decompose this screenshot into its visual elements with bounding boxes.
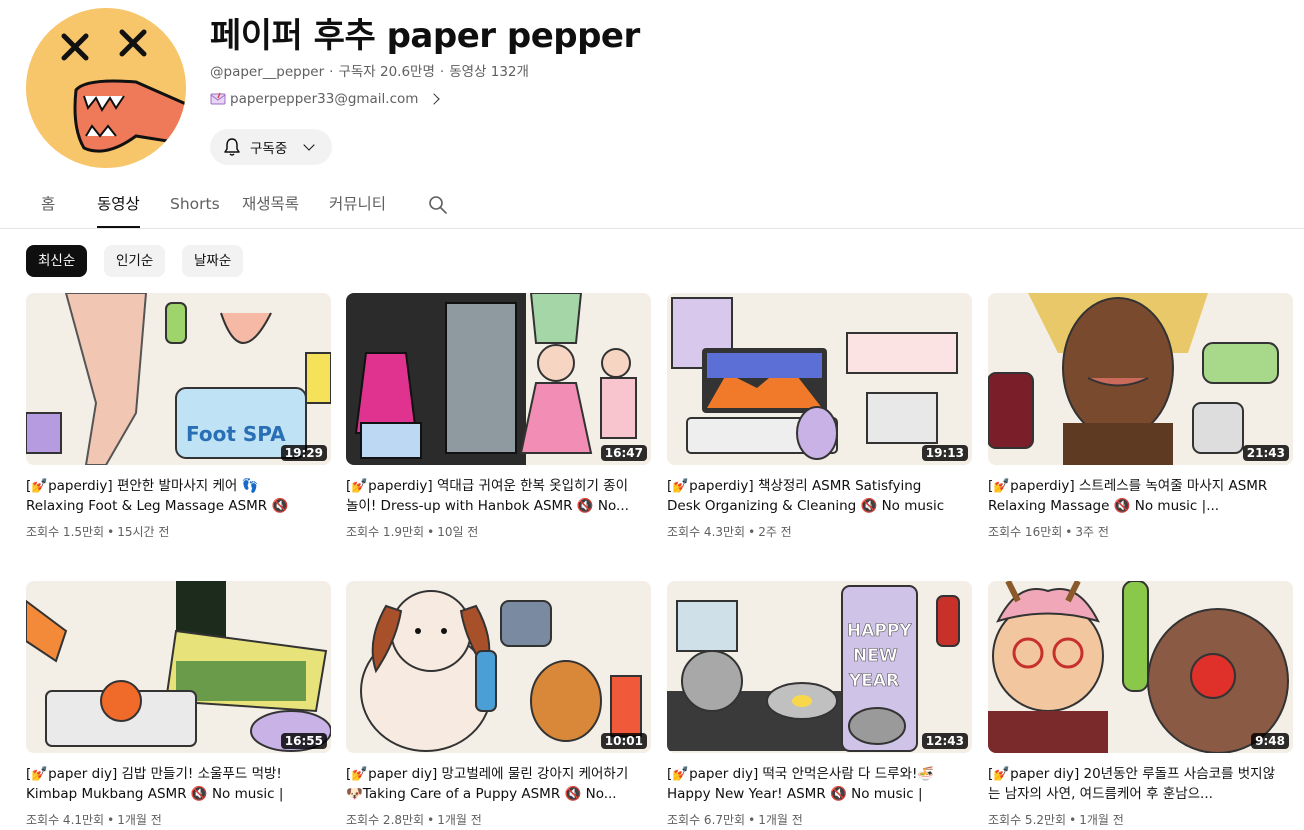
- tab-shorts[interactable]: Shorts: [170, 182, 220, 228]
- video-thumbnail[interactable]: 16:47: [346, 293, 651, 465]
- video-thumbnail[interactable]: 19:13: [667, 293, 972, 465]
- bell-icon: [224, 138, 240, 156]
- channel-title: 페이퍼 후추 paper pepper: [210, 16, 640, 56]
- upload-age: 15시간 전: [117, 525, 170, 539]
- svg-text:YEAR: YEAR: [848, 671, 899, 691]
- thumbnail-image: [667, 293, 972, 465]
- video-thumbnail[interactable]: 9:48: [988, 581, 1293, 753]
- video-duration: 16:47: [600, 445, 647, 461]
- view-count: 조회수 4.3만회: [667, 525, 746, 539]
- view-count: 조회수 1.5만회: [26, 525, 105, 539]
- video-meta: 조회수 1.9만회 • 10일 전: [346, 525, 479, 539]
- upload-age: 1개월 전: [758, 813, 803, 827]
- video-duration: 10:01: [600, 733, 647, 749]
- chip-popular[interactable]: 인기순: [104, 245, 166, 277]
- tab-playlists[interactable]: 재생목록: [242, 182, 299, 228]
- chevron-down-icon: [303, 139, 315, 151]
- video-duration: 19:29: [280, 445, 327, 461]
- thumbnail-image: [988, 581, 1293, 753]
- upload-age: 2주 전: [758, 525, 792, 539]
- channel-email-link[interactable]: paperpepper33@gmail.com: [210, 91, 441, 107]
- upload-age: 1개월 전: [117, 813, 162, 827]
- video-thumbnail[interactable]: 21:43: [988, 293, 1293, 465]
- svg-text:HAPPY: HAPPY: [847, 621, 912, 641]
- thumbnail-image: HAPPY NEW YEAR: [667, 581, 972, 753]
- thumbnail-image: [346, 581, 651, 753]
- video-thumbnail[interactable]: 16:55: [26, 581, 331, 753]
- video-duration: 19:13: [921, 445, 968, 461]
- upload-age: 10일 전: [437, 525, 479, 539]
- video-meta: 조회수 4.1만회 • 1개월 전: [26, 813, 162, 827]
- video-meta: 조회수 16만회 • 3주 전: [988, 525, 1109, 539]
- video-title[interactable]: [💅paperdiy] 역대급 귀여운 한복 옷입히기 종이놀이! Dress-…: [346, 476, 636, 516]
- chip-latest[interactable]: 최신순: [26, 245, 88, 277]
- channel-search-button[interactable]: [428, 195, 448, 219]
- video-duration: 16:55: [280, 733, 327, 749]
- view-count: 조회수 4.1만회: [26, 813, 105, 827]
- video-title[interactable]: [💅paper diy] 김밥 만들기! 소울푸드 먹방! Kimbap Muk…: [26, 764, 316, 804]
- thumbnail-image: [988, 293, 1293, 465]
- video-duration: 21:43: [1242, 445, 1289, 461]
- chevron-right-icon: [428, 93, 441, 105]
- upload-age: 1개월 전: [1079, 813, 1124, 827]
- thumbnail-image: [26, 581, 331, 753]
- channel-avatar[interactable]: [26, 8, 186, 168]
- chip-oldest[interactable]: 날짜순: [182, 245, 244, 277]
- svg-text:NEW: NEW: [853, 646, 898, 666]
- mail-icon: [210, 92, 226, 105]
- video-meta: 조회수 6.7만회 • 1개월 전: [667, 813, 803, 827]
- video-meta: 조회수 2.8만회 • 1개월 전: [346, 813, 482, 827]
- video-title[interactable]: [💅paperdiy] 편안한 발마사지 케어 👣 Relaxing Foot …: [26, 476, 316, 516]
- paper-pepper-face-icon: [26, 8, 186, 168]
- video-title[interactable]: [💅paperdiy] 책상정리 ASMR Satisfying Desk Or…: [667, 476, 957, 516]
- tab-community[interactable]: 커뮤니티: [329, 182, 386, 228]
- subscribed-label: 구독중: [250, 141, 288, 157]
- subscriber-count: 구독자 20.6만명: [338, 64, 435, 80]
- channel-email: paperpepper33@gmail.com: [230, 91, 419, 107]
- video-count: 동영상 132개: [449, 64, 529, 80]
- tab-home[interactable]: 홈: [41, 182, 55, 228]
- view-count: 조회수 2.8만회: [346, 813, 425, 827]
- upload-age: 1개월 전: [437, 813, 482, 827]
- thumbnail-image: Foot SPA: [26, 293, 331, 465]
- channel-meta: @paper__pepper · 구독자 20.6만명 · 동영상 132개: [210, 64, 529, 80]
- search-icon: [429, 196, 447, 214]
- upload-age: 3주 전: [1075, 525, 1109, 539]
- svg-text:Foot SPA: Foot SPA: [186, 422, 286, 446]
- video-thumbnail[interactable]: Foot SPA 19:29: [26, 293, 331, 465]
- tab-videos[interactable]: 동영상: [97, 182, 140, 228]
- view-count: 조회수 1.9만회: [346, 525, 425, 539]
- video-title[interactable]: [💅paper diy] 망고벌레에 물린 강아지 케어하기🐶Taking Ca…: [346, 764, 636, 804]
- video-meta: 조회수 5.2만회 • 1개월 전: [988, 813, 1124, 827]
- view-count: 조회수 6.7만회: [667, 813, 746, 827]
- channel-tabs: 홈 동영상 Shorts 재생목록 커뮤니티: [0, 182, 1304, 229]
- subscribed-button[interactable]: 구독중: [210, 129, 332, 165]
- view-count: 조회수 5.2만회: [988, 813, 1067, 827]
- video-meta: 조회수 4.3만회 • 2주 전: [667, 525, 792, 539]
- channel-handle: @paper__pepper: [210, 64, 325, 80]
- video-duration: 12:43: [921, 733, 968, 749]
- video-thumbnail[interactable]: HAPPY NEW YEAR 12:43: [667, 581, 972, 753]
- video-title[interactable]: [💅paper diy] 20년동안 루돌프 사슴코를 벗지않는 남자의 사연,…: [988, 764, 1278, 804]
- video-title[interactable]: [💅paperdiy] 스트레스를 녹여줄 마사지 ASMR Relaxing …: [988, 476, 1278, 516]
- thumbnail-image: [346, 293, 651, 465]
- video-thumbnail[interactable]: 10:01: [346, 581, 651, 753]
- view-count: 조회수 16만회: [988, 525, 1063, 539]
- video-title[interactable]: [💅paper diy] 떡국 안먹은사람 다 드루와!🍜 Happy New …: [667, 764, 957, 804]
- video-duration: 9:48: [1251, 733, 1289, 749]
- video-meta: 조회수 1.5만회 • 15시간 전: [26, 525, 170, 539]
